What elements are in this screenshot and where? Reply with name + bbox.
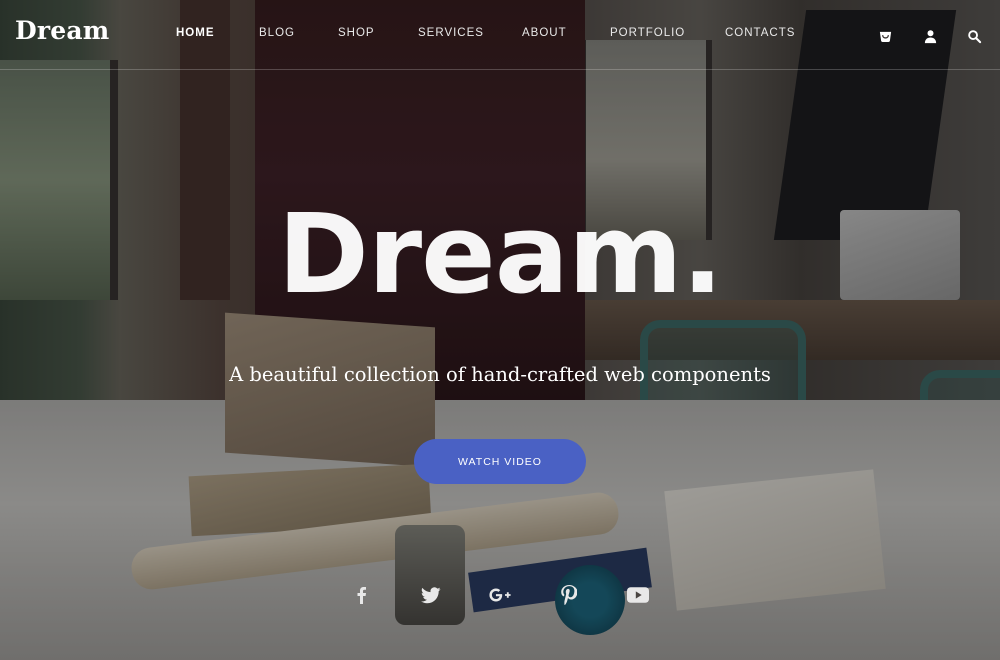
twitter-icon[interactable]	[420, 584, 442, 606]
nav-item-contacts[interactable]: CONTACTS	[725, 27, 795, 39]
search-icon[interactable]	[967, 29, 983, 45]
nav-item-shop[interactable]: SHOP	[338, 27, 375, 39]
hero-subtitle: A beautiful collection of hand-crafted w…	[229, 363, 771, 386]
youtube-icon[interactable]	[627, 584, 649, 606]
user-icon[interactable]	[923, 29, 939, 45]
nav-menu: HOME BLOG SHOP SERVICES ABOUT PORTFOLIO …	[0, 0, 1000, 69]
nav-item-about[interactable]: ABOUT	[522, 27, 567, 39]
nav-item-portfolio[interactable]: PORTFOLIO	[610, 27, 685, 39]
cart-icon[interactable]	[878, 29, 894, 45]
google-plus-icon[interactable]	[489, 584, 511, 606]
watch-video-button[interactable]: WATCH VIDEO	[414, 439, 586, 484]
nav-item-home[interactable]: HOME	[176, 27, 215, 39]
navbar: Dream HOME BLOG SHOP SERVICES ABOUT PORT…	[0, 0, 1000, 70]
nav-item-blog[interactable]: BLOG	[259, 27, 295, 39]
hero-title: Dream.	[277, 190, 724, 318]
nav-item-services[interactable]: SERVICES	[418, 27, 484, 39]
facebook-icon[interactable]	[350, 584, 372, 606]
pinterest-icon[interactable]	[558, 584, 580, 606]
dark-overlay	[0, 0, 1000, 660]
